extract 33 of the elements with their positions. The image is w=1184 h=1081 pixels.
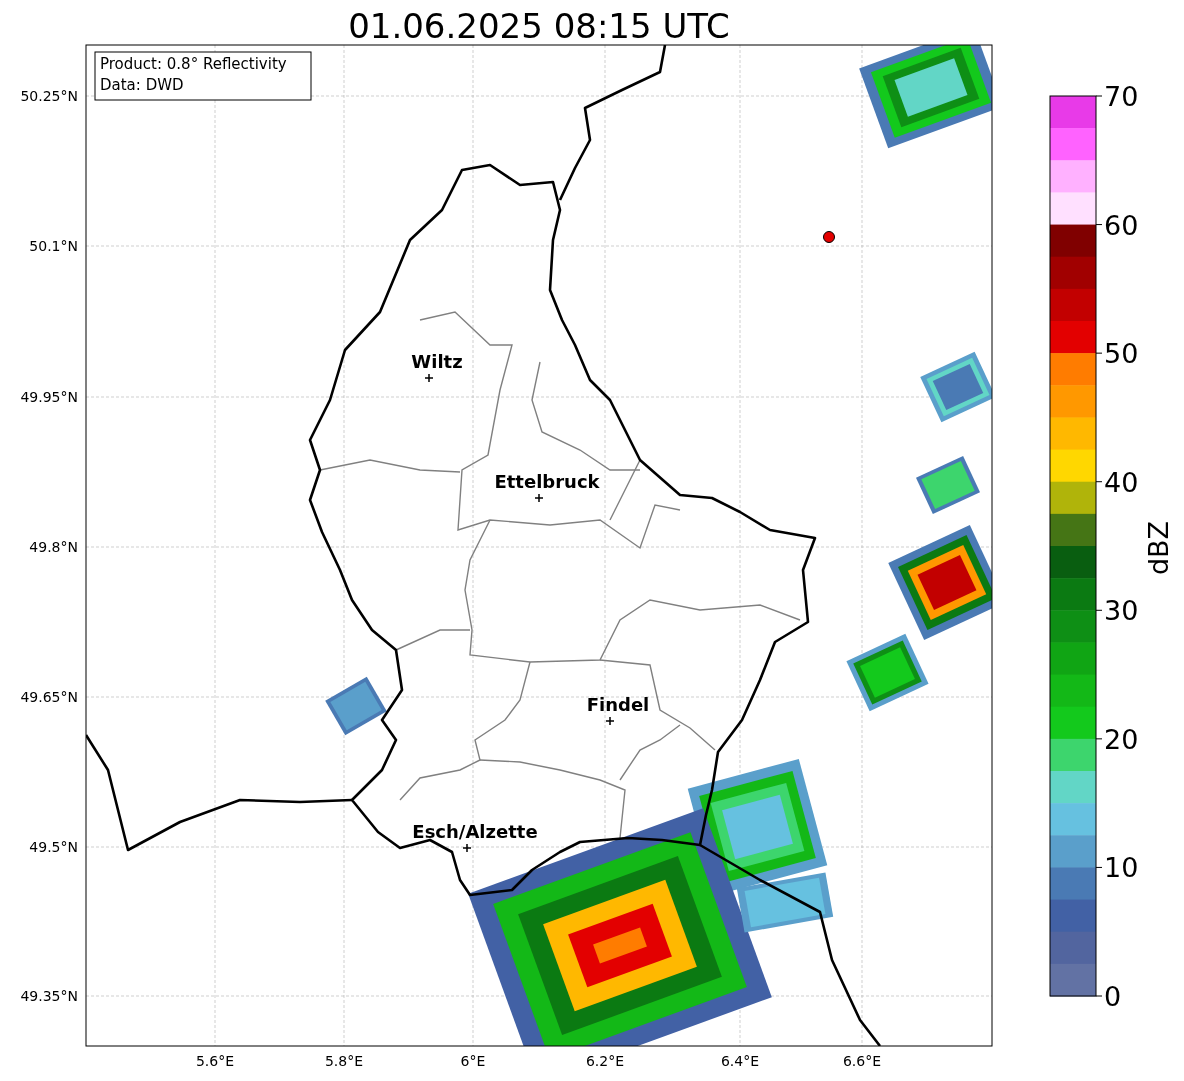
longitude-label: 6°E [460, 1053, 486, 1069]
colorbar-tick-label: 40 [1104, 466, 1139, 498]
latitude-label: 49.95°N [20, 389, 78, 405]
latitude-label: 49.5°N [29, 839, 78, 855]
info-text: Product: 0.8° Reflectivity [100, 55, 287, 73]
colorbar-tick-label: 0 [1104, 981, 1122, 1012]
latitude-label: 49.35°N [20, 988, 78, 1004]
city-label: Findel [586, 694, 650, 715]
city-marker-icon [534, 493, 544, 503]
city-marker-icon [462, 843, 472, 853]
info-text: Data: DWD [100, 76, 184, 94]
city-label: Wiltz [411, 351, 463, 372]
longitude-label: 6.4°E [720, 1053, 760, 1069]
colorbar-tick-label: 60 [1104, 209, 1139, 241]
city-marker-icon [605, 716, 615, 726]
colorbar-tick-label: 30 [1104, 595, 1139, 627]
latitude-label: 50.1°N [29, 238, 78, 254]
city-label: Esch/Alzette [412, 821, 538, 842]
colorbar-tick-label: 50 [1104, 338, 1139, 370]
city-label: Ettelbruck [494, 471, 600, 492]
colorbar-tick-label: 10 [1104, 852, 1139, 884]
longitude-label: 6.2°E [585, 1053, 625, 1069]
latitude-label: 49.65°N [20, 689, 78, 705]
colorbar-label: dBZ [1143, 520, 1174, 576]
colorbar-tick-label: 20 [1104, 723, 1139, 755]
chart-title: 01.06.2025 08:15 UTC [348, 6, 730, 46]
longitude-label: 5.6°E [195, 1053, 235, 1069]
city-marker-icon [424, 373, 434, 383]
latitude-label: 49.8°N [29, 539, 78, 555]
longitude-label: 5.8°E [324, 1053, 364, 1069]
longitude-label: 6.6°E [842, 1053, 882, 1069]
latitude-label: 50.25°N [20, 88, 78, 104]
colorbar-tick-label: 70 [1104, 81, 1139, 112]
